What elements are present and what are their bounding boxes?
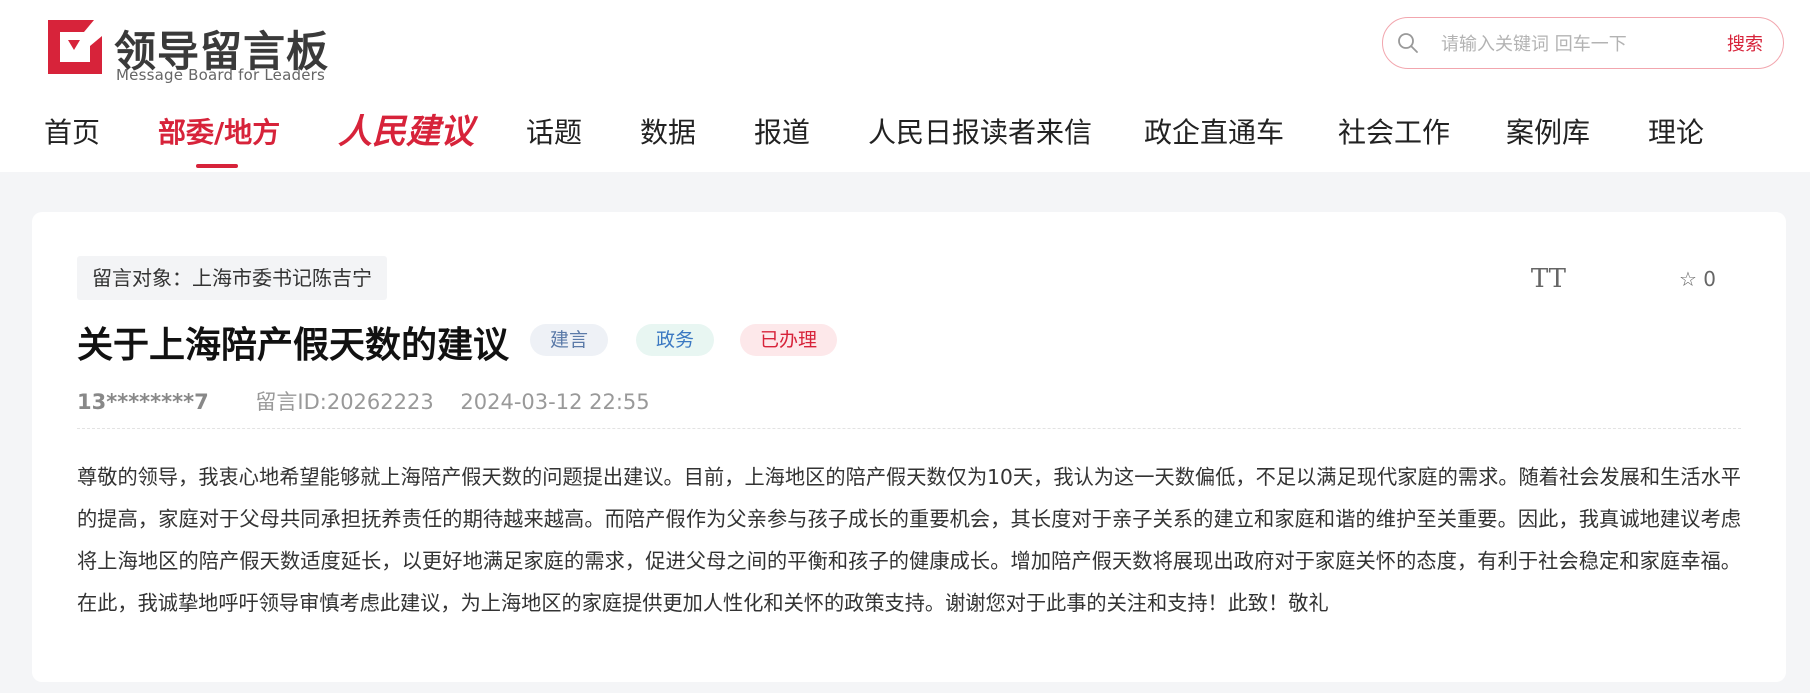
- nav-item-social-work[interactable]: 社会工作: [1338, 108, 1450, 158]
- message-id: 留言ID:20262223: [255, 390, 434, 414]
- tag-government[interactable]: 政务: [636, 324, 715, 356]
- search-box: 搜索: [1382, 17, 1784, 69]
- nav-item-theory[interactable]: 理论: [1648, 108, 1704, 158]
- status-badge: 已办理: [740, 324, 838, 356]
- divider: [77, 428, 1741, 429]
- nav-item-reports[interactable]: 报道: [754, 108, 810, 158]
- message-body: 尊敬的领导，我衷心地希望能够就上海陪产假天数的问题提出建议。目前，上海地区的陪产…: [77, 465, 1741, 615]
- logo-subtitle: Message Board for Leaders: [116, 66, 326, 84]
- message-target: 留言对象：上海市委书记陈吉宁: [77, 256, 387, 300]
- nav-item-ministries-local[interactable]: 部委/地方: [158, 108, 280, 158]
- logo-mark-icon: [48, 20, 102, 74]
- nav-item-home[interactable]: 首页: [44, 108, 100, 158]
- nav-item-readers-letters[interactable]: 人民日报读者来信: [868, 108, 1092, 158]
- favorite-button[interactable]: ☆ 0: [1679, 267, 1716, 291]
- main-nav: 首页 部委/地方 话题 数据 报道 人民日报读者来信 政企直通车 社会工作 案例…: [0, 108, 1810, 158]
- nav-item-case-library[interactable]: 案例库: [1506, 108, 1590, 158]
- message-title: 关于上海陪产假天数的建议: [77, 325, 510, 366]
- message-user: 13********7: [77, 390, 209, 414]
- star-icon: ☆: [1678, 267, 1697, 291]
- favorite-count: 0: [1703, 267, 1716, 291]
- message-meta: 13********7 留言ID:20262223 2024-03-12 22:…: [77, 386, 650, 416]
- site-header: 领导留言板 Message Board for Leaders 搜索 首页 部委…: [0, 0, 1810, 172]
- nav-active-indicator: [196, 164, 238, 168]
- tag-suggestion[interactable]: 建言: [530, 324, 609, 356]
- site-logo[interactable]: 领导留言板 Message Board for Leaders: [44, 16, 328, 84]
- nav-item-people-suggestion[interactable]: 人民建议: [338, 104, 474, 153]
- nav-item-gov-enterprise[interactable]: 政企直通车: [1144, 108, 1284, 158]
- message-card: 留言对象：上海市委书记陈吉宁 TT ☆ 0 关于上海陪产假天数的建议 建言 政务…: [32, 212, 1786, 682]
- nav-item-topics[interactable]: 话题: [526, 108, 582, 158]
- search-button[interactable]: 搜索: [1727, 30, 1763, 56]
- font-size-icon[interactable]: TT: [1531, 264, 1566, 294]
- search-icon[interactable]: [1397, 32, 1419, 54]
- message-datetime: 2024-03-12 22:55: [460, 390, 650, 414]
- search-input[interactable]: [1439, 29, 1703, 59]
- nav-item-data[interactable]: 数据: [640, 108, 696, 158]
